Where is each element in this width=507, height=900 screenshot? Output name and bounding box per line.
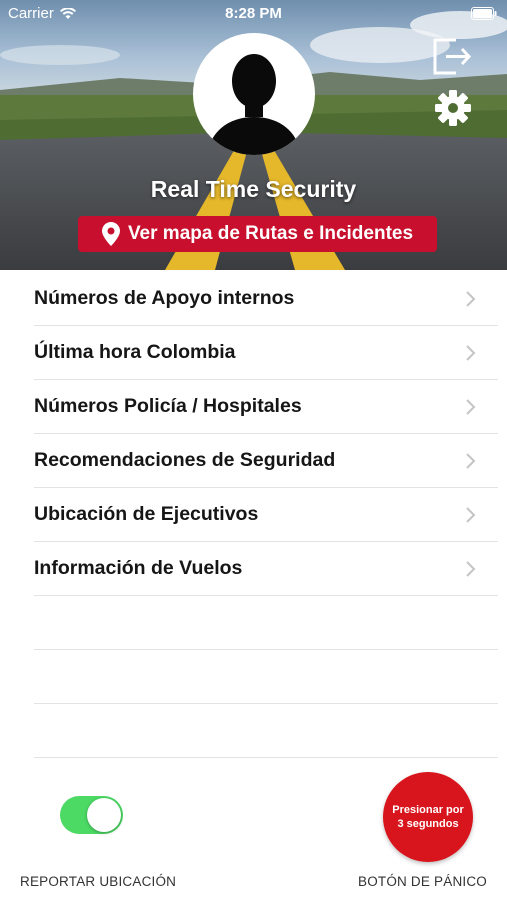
chevron-right-icon: [466, 398, 476, 415]
logout-icon[interactable]: [430, 34, 474, 78]
chevron-right-icon: [466, 452, 476, 469]
menu-item-label: Ubicación de Ejecutivos: [34, 503, 259, 525]
chevron-right-icon: [466, 290, 476, 307]
menu-item-label: Recomendaciones de Seguridad: [34, 449, 336, 471]
app-title: Real Time Security: [150, 176, 357, 202]
empty-row: [34, 650, 498, 704]
person-silhouette-icon: [207, 54, 301, 155]
clock: 8:28 PM: [225, 5, 282, 22]
status-bar: Carrier 8:28 PM: [0, 0, 507, 28]
panic-label: BOTÓN DE PÁNICO: [357, 874, 487, 889]
menu-item-vuelos[interactable]: Información de Vuelos: [34, 542, 498, 596]
panic-button[interactable]: Presionar por 3 segundos: [383, 772, 473, 862]
menu-item-policia-hospitales[interactable]: Números Policía / Hospitales: [34, 380, 498, 434]
toggle-knob: [87, 798, 121, 832]
header-hero: Carrier 8:28 PM Real Time Security Ver m…: [0, 0, 507, 270]
empty-row: [34, 596, 498, 650]
menu-item-ultima-hora[interactable]: Última hora Colombia: [34, 326, 498, 380]
chevron-right-icon: [466, 506, 476, 523]
menu-list: Números de Apoyo internos Última hora Co…: [34, 272, 498, 758]
map-pin-icon: [101, 222, 120, 246]
gear-icon[interactable]: [434, 89, 472, 127]
menu-item-ubicacion-ejecutivos[interactable]: Ubicación de Ejecutivos: [34, 488, 498, 542]
menu-item-label: Información de Vuelos: [34, 557, 243, 579]
report-location-label: REPORTAR UBICACIÓN: [20, 874, 177, 889]
battery-icon: [471, 7, 497, 20]
chevron-right-icon: [466, 560, 476, 577]
menu-item-recomendaciones[interactable]: Recomendaciones de Seguridad: [34, 434, 498, 488]
menu-item-numeros-apoyo[interactable]: Números de Apoyo internos: [34, 272, 498, 326]
chevron-right-icon: [466, 344, 476, 361]
empty-row: [34, 704, 498, 758]
menu-item-label: Números de Apoyo internos: [34, 287, 295, 309]
view-map-button[interactable]: Ver mapa de Rutas e Incidentes: [78, 216, 437, 252]
view-map-button-label: Ver mapa de Rutas e Incidentes: [127, 223, 414, 244]
menu-item-label: Números Policía / Hospitales: [34, 395, 302, 417]
menu-item-label: Última hora Colombia: [34, 341, 236, 363]
report-location-toggle[interactable]: [60, 796, 123, 834]
avatar[interactable]: [193, 33, 315, 155]
